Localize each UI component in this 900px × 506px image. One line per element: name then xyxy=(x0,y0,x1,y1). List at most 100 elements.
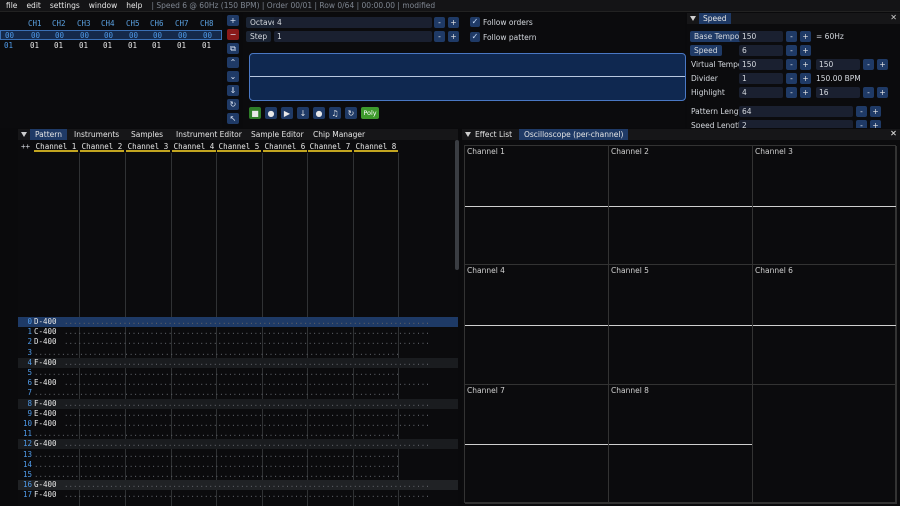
order-cell[interactable]: 00 xyxy=(104,31,113,40)
note-cell[interactable]: E-400 xyxy=(34,409,57,418)
empty-cells[interactable]: ........................................… xyxy=(64,327,428,336)
channel-header[interactable]: Channel 7 xyxy=(308,141,352,152)
channel-header[interactable]: Channel 2 xyxy=(80,141,124,152)
channel-header[interactable]: Channel 5 xyxy=(217,141,261,152)
order-cell[interactable]: 01 xyxy=(30,41,39,50)
speed-increase[interactable]: + xyxy=(800,45,811,56)
add-order-button[interactable]: + xyxy=(227,15,239,26)
order-cell[interactable]: 01 xyxy=(177,41,186,50)
note-cell[interactable]: C-400 xyxy=(34,327,57,336)
order-row[interactable]: 01 01 01 01 01 01 01 01 01 xyxy=(0,41,222,51)
speed-panel-tab[interactable]: Speed xyxy=(699,13,731,24)
divider-increase[interactable]: + xyxy=(800,73,811,84)
note-cell[interactable]: F-400 xyxy=(34,419,57,428)
octave-decrease-button[interactable]: - xyxy=(434,17,445,28)
divider-input[interactable]: 1 xyxy=(739,73,783,84)
base-tempo-button[interactable]: Base Tempo xyxy=(690,31,744,42)
order-cell[interactable]: 00 xyxy=(80,31,89,40)
note-cell[interactable]: F-400 xyxy=(34,399,57,408)
empty-cells[interactable]: ........................................… xyxy=(64,419,428,428)
expand-icon[interactable]: ++ xyxy=(21,142,30,151)
menu-file[interactable]: file xyxy=(6,1,17,10)
repeat-pattern-button[interactable]: ↻ xyxy=(345,107,357,119)
empty-cells[interactable]: ........................................… xyxy=(34,460,398,469)
pattern-row[interactable]: 14......................................… xyxy=(18,460,458,470)
base-tempo-input[interactable]: 150 xyxy=(739,31,783,42)
step-increase-button[interactable]: + xyxy=(448,31,459,42)
empty-cells[interactable]: ........................................… xyxy=(64,399,428,408)
tab-instrument-editor[interactable]: Instrument Editor xyxy=(171,129,247,140)
channel-header[interactable]: Channel 6 xyxy=(263,141,307,152)
tab-effect-list[interactable]: Effect List xyxy=(470,129,517,140)
highlight-b-decrease[interactable]: - xyxy=(863,87,874,98)
empty-cells[interactable]: ........................................… xyxy=(64,490,428,499)
pattern-row[interactable]: 11......................................… xyxy=(18,429,458,439)
order-cell[interactable]: 01 xyxy=(79,41,88,50)
menu-window[interactable]: window xyxy=(89,1,117,10)
order-cell[interactable]: 01 xyxy=(152,41,161,50)
stop-button[interactable]: ■ xyxy=(249,107,261,119)
poly-button[interactable]: Poly xyxy=(361,107,379,119)
order-cell[interactable]: 00 xyxy=(31,31,40,40)
octave-input[interactable]: 4 xyxy=(274,17,432,28)
empty-cells[interactable]: ........................................… xyxy=(64,317,428,326)
pattern-length-decrease[interactable]: - xyxy=(856,106,867,117)
step-input[interactable]: 1 xyxy=(274,31,432,42)
order-cell[interactable]: 00 xyxy=(129,31,138,40)
empty-cells[interactable]: ........................................… xyxy=(64,378,428,387)
tab-instruments[interactable]: Instruments xyxy=(69,129,124,140)
empty-cells[interactable]: ........................................… xyxy=(34,348,398,357)
empty-cells[interactable]: ........................................… xyxy=(34,368,398,377)
virtual-tempo-a-input[interactable]: 150 xyxy=(739,59,783,70)
edit-mode-button[interactable]: ↖ xyxy=(227,113,239,124)
speed-length-increase[interactable]: + xyxy=(870,120,881,128)
base-tempo-increase[interactable]: + xyxy=(800,31,811,42)
highlight-a-increase[interactable]: + xyxy=(800,87,811,98)
channel-header[interactable]: Channel 4 xyxy=(172,141,216,152)
note-cell[interactable]: G-400 xyxy=(34,439,57,448)
pattern-length-input[interactable]: 64 xyxy=(739,106,853,117)
empty-cells[interactable]: ........................................… xyxy=(64,439,428,448)
play-pattern-button[interactable]: ▶ xyxy=(281,107,293,119)
speed-input[interactable]: 6 xyxy=(739,45,783,56)
empty-cells[interactable]: ........................................… xyxy=(64,358,428,367)
virtual-tempo-a-increase[interactable]: + xyxy=(800,59,811,70)
empty-cells[interactable]: ........................................… xyxy=(64,409,428,418)
close-icon[interactable]: ✕ xyxy=(890,129,897,138)
highlight-a-decrease[interactable]: - xyxy=(786,87,797,98)
order-cell[interactable]: 01 xyxy=(54,41,63,50)
empty-cells[interactable]: ........................................… xyxy=(34,470,398,479)
tab-chip-manager[interactable]: Chip Manager xyxy=(308,129,370,140)
highlight-a-input[interactable]: 4 xyxy=(739,87,783,98)
pattern-row[interactable]: 10......................................… xyxy=(18,419,458,429)
note-cell[interactable]: G-400 xyxy=(34,480,57,489)
note-cell[interactable]: D-400 xyxy=(34,317,57,326)
tab-oscilloscope[interactable]: Oscilloscope (per-channel) xyxy=(519,129,629,140)
channel-header[interactable]: Channel 3 xyxy=(126,141,170,152)
virtual-tempo-b-decrease[interactable]: - xyxy=(863,59,874,70)
tab-sample-editor[interactable]: Sample Editor xyxy=(246,129,309,140)
channel-header[interactable]: Channel 8 xyxy=(354,141,398,152)
order-cell[interactable]: 00 xyxy=(153,31,162,40)
channel-header[interactable]: Channel 1 xyxy=(34,141,78,152)
octave-increase-button[interactable]: + xyxy=(448,17,459,28)
record-button[interactable]: ● xyxy=(313,107,325,119)
order-row[interactable]: 00 00 00 00 00 00 00 00 00 xyxy=(0,30,222,40)
pattern-row[interactable]: 2.......................................… xyxy=(18,337,458,347)
step-one-row-button[interactable]: ↓ xyxy=(297,107,309,119)
pattern-row[interactable]: 15......................................… xyxy=(18,470,458,480)
speed-decrease[interactable]: - xyxy=(786,45,797,56)
note-cell[interactable]: D-400 xyxy=(34,337,57,346)
empty-cells[interactable]: ........................................… xyxy=(64,337,428,346)
pattern-row[interactable]: 1.......................................… xyxy=(18,327,458,337)
step-decrease-button[interactable]: - xyxy=(434,31,445,42)
pattern-row[interactable]: 0.......................................… xyxy=(18,317,458,327)
note-cell[interactable]: F-400 xyxy=(34,490,57,499)
pattern-row[interactable]: 5.......................................… xyxy=(18,368,458,378)
menu-help[interactable]: help xyxy=(126,1,142,10)
pattern-row[interactable]: 9.......................................… xyxy=(18,409,458,419)
place-order-end-button[interactable]: ⇓ xyxy=(227,85,239,96)
tab-pattern[interactable]: Pattern xyxy=(30,129,67,140)
menu-settings[interactable]: settings xyxy=(50,1,80,10)
order-cell[interactable]: 01 xyxy=(202,41,211,50)
